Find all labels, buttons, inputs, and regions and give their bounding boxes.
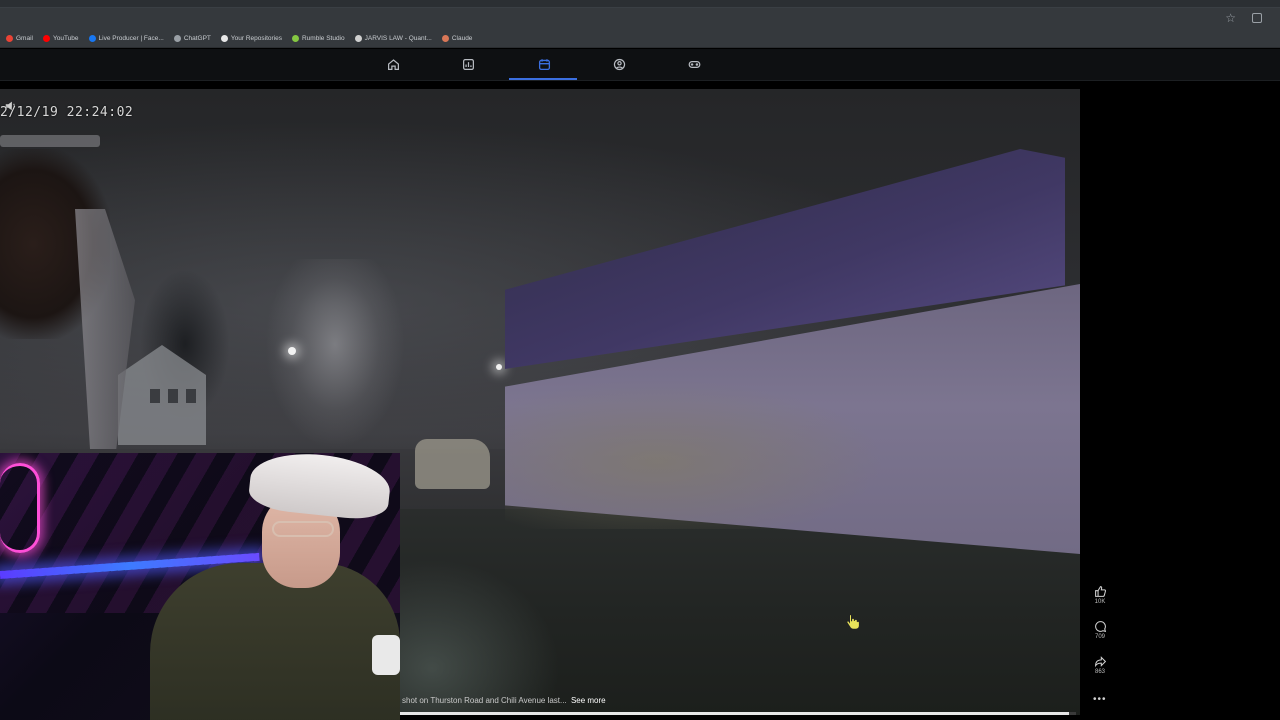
calendar-icon[interactable] [537,57,551,71]
bookmark-gmail[interactable]: Gmail [6,35,33,42]
see-more-link[interactable]: See more [571,696,606,705]
scene-streetlight [288,347,296,355]
rumble-icon [291,35,299,42]
video-progress-bar[interactable] [400,712,1076,715]
active-tab-indicator [509,78,577,80]
comment-icon [1094,621,1106,633]
streamer-body [150,563,400,720]
bookmark-youtube[interactable]: YouTube [42,35,79,42]
scene-window [186,389,196,403]
like-count: 10K [1094,599,1106,605]
bookmarks-bar: Gmail YouTube Live Producer | Face... Ch… [0,30,1280,48]
bookmark-jarvis-law[interactable]: JARVIS LAW - Quant... [354,35,432,42]
youtube-icon [42,35,50,42]
progress-fill [400,712,1070,715]
scene-bare-tree [265,259,405,449]
more-options-button[interactable]: ••• [1093,694,1107,705]
bookmark-chatgpt[interactable]: ChatGPT [173,35,211,42]
microphone [372,635,400,675]
bookmark-live-producer[interactable]: Live Producer | Face... [88,35,164,42]
chatgpt-icon [173,35,181,42]
browser-tab-strip [0,0,1280,8]
scene-window [150,389,160,403]
globe-icon [354,35,362,42]
share-button[interactable]: 863 [1088,655,1112,675]
app-nav-bar [0,49,1280,81]
facebook-icon [88,35,96,42]
like-button[interactable]: 10K [1088,585,1112,605]
comment-button[interactable]: 709 [1088,620,1112,640]
home-icon[interactable] [386,57,400,71]
thumbs-up-icon [1094,586,1106,597]
bookmark-claude[interactable]: Claude [441,35,472,42]
claude-icon [441,35,449,42]
comment-count: 709 [1094,634,1105,640]
bookmark-star-icon[interactable]: ☆ [1225,11,1236,25]
gamepad-icon[interactable] [687,57,701,71]
scene-wall-stain [505,379,885,529]
scene-lawn [400,559,560,715]
profile-icon[interactable] [612,57,626,71]
chart-icon[interactable] [461,57,475,71]
share-count: 863 [1094,669,1105,675]
scene-car [415,439,490,489]
extensions-icon[interactable] [1252,13,1262,23]
webcam-overlay [0,453,400,720]
browser-toolbar: ☆ [0,8,1280,30]
scene-streetlight [496,364,502,370]
video-caption: shot on Thurston Road and Chili Avenue l… [402,696,606,705]
blurred-label [0,135,100,147]
bookmark-repositories[interactable]: Your Repositories [220,35,282,42]
hand-cursor-icon [846,614,860,629]
scene-window [168,389,178,403]
streamer-glasses [272,521,334,537]
share-icon [1094,656,1106,668]
bodycam-timestamp: 2/12/19 22:24:02 [0,105,134,120]
screen: { "browser": { "bookmarks": [ {"label": … [0,0,1280,720]
gmail-icon [6,35,13,42]
neon-sign [0,463,40,553]
caption-text: shot on Thurston Road and Chili Avenue l… [402,696,567,705]
github-icon [220,35,228,42]
bookmark-rumble-studio[interactable]: Rumble Studio [291,35,345,42]
